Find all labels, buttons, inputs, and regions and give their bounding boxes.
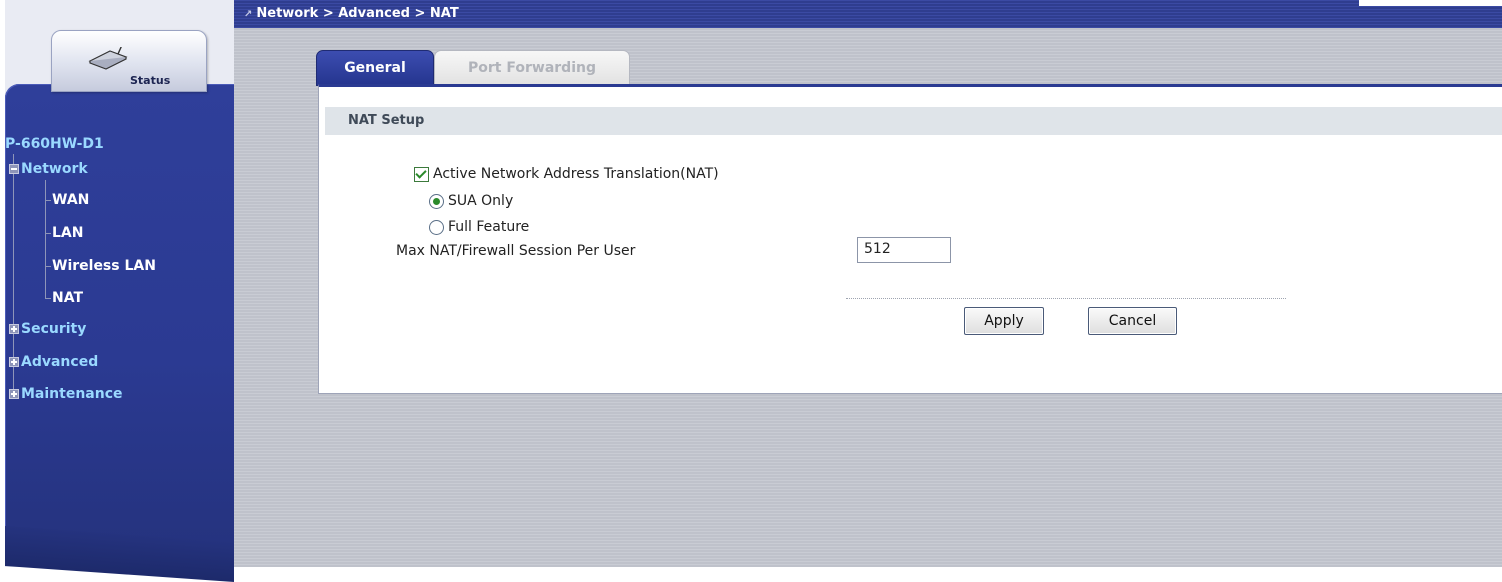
sua-only-radio[interactable] — [429, 193, 444, 209]
breadcrumb-text: Network > Advanced > NAT — [256, 6, 459, 21]
max-session-input[interactable]: 512 — [857, 237, 951, 263]
expand-icon — [9, 389, 19, 399]
cancel-button[interactable]: Cancel — [1088, 307, 1177, 335]
breadcrumb: ↗ Network > Advanced > NAT — [244, 6, 459, 21]
sua-only-label: SUA Only — [448, 193, 514, 209]
sidebar-item-nat[interactable]: NAT — [52, 290, 83, 306]
full-feature-radio[interactable] — [429, 219, 444, 235]
active-nat-label: Active Network Address Translation(NAT) — [433, 166, 719, 182]
status-tab[interactable]: Status — [51, 30, 207, 92]
breadcrumb-bar: ↗ Network > Advanced > NAT — [234, 0, 1502, 28]
tree-line — [45, 180, 46, 298]
main-area: ↗ Network > Advanced > NAT General Port F… — [234, 0, 1502, 567]
apply-button[interactable]: Apply — [964, 307, 1044, 335]
tree-line — [45, 233, 51, 234]
full-feature-label: Full Feature — [448, 219, 530, 235]
tree-line — [45, 266, 51, 267]
sidebar-item-maintenance[interactable]: Maintenance — [9, 386, 123, 402]
nat-panel: NAT Setup Active Network Address Transla… — [318, 84, 1502, 394]
tab-general[interactable]: General — [316, 50, 434, 86]
expand-icon — [9, 324, 19, 334]
divider — [846, 298, 1286, 299]
header-cap — [1359, 0, 1502, 6]
sidebar-item-wan[interactable]: WAN — [52, 192, 89, 208]
collapse-icon — [9, 164, 19, 174]
tree-line — [45, 200, 51, 201]
max-session-label: Max NAT/Firewall Session Per User — [396, 243, 636, 259]
sidebar: Status P-660HW-D1 Network WAN LAN Wirele… — [5, 0, 234, 567]
sidebar-item-network[interactable]: Network — [9, 161, 88, 177]
tab-port-forwarding[interactable]: Port Forwarding — [434, 50, 630, 86]
status-tab-label: Status — [130, 74, 171, 87]
active-nat-checkbox[interactable] — [414, 166, 429, 182]
section-title: NAT Setup — [348, 113, 425, 128]
active-nat-row: Active Network Address Translation(NAT) — [414, 166, 719, 182]
sidebar-item-security[interactable]: Security — [9, 321, 86, 337]
breadcrumb-arrow-icon: ↗ — [244, 9, 253, 20]
device-model: P-660HW-D1 — [5, 136, 104, 152]
sua-only-row: SUA Only — [429, 193, 513, 209]
tree-line — [45, 298, 51, 299]
section-header: NAT Setup — [325, 107, 1502, 135]
sidebar-item-lan[interactable]: LAN — [52, 225, 83, 241]
router-icon — [88, 44, 128, 75]
sidebar-item-advanced[interactable]: Advanced — [9, 354, 98, 370]
sidebar-panel — [5, 84, 234, 544]
full-feature-row: Full Feature — [429, 219, 529, 235]
expand-icon — [9, 357, 19, 367]
max-session-row: Max NAT/Firewall Session Per User — [396, 243, 635, 259]
sidebar-item-wireless-lan[interactable]: Wireless LAN — [52, 258, 156, 274]
